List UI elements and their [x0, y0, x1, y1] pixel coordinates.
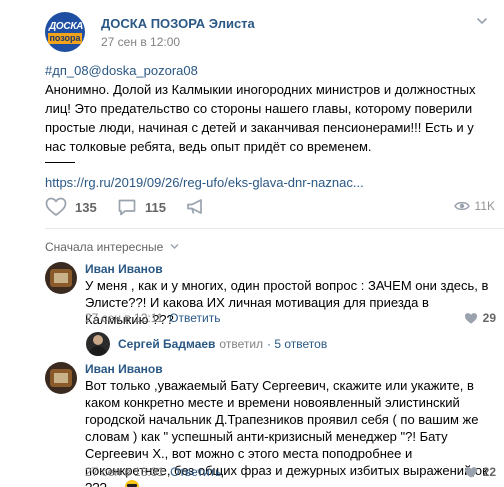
thread-count[interactable]: · 5 ответов — [267, 337, 327, 351]
sort-label: Сначала интересные — [45, 240, 164, 254]
reply-thread-summary[interactable]: Сергей Бадмаев ответил · 5 ответов — [86, 332, 327, 356]
comment-like-button[interactable]: 29 — [464, 311, 496, 325]
comment-date[interactable]: 27 сен в 12:11 — [85, 311, 163, 325]
comment-date[interactable]: 27 сен в 13:31 — [85, 465, 164, 479]
comment-button[interactable]: 115 — [117, 197, 166, 217]
comment-meta: 27 сен в 13:31 Ответить — [85, 465, 221, 479]
thread-author[interactable]: Сергей Бадмаев — [118, 337, 215, 351]
comment-item: Иван Иванов Вот только ,уважаемый Бату С… — [45, 362, 504, 487]
comment-meta: 27 сен в 12:11 Ответить — [85, 311, 220, 325]
comment-sort-dropdown[interactable]: Сначала интересные — [45, 240, 179, 254]
heart-icon — [45, 197, 67, 217]
post-date[interactable]: 27 сен в 12:00 — [101, 35, 180, 49]
post-link[interactable]: https://rg.ru/2019/09/26/reg-ufo/eks-gla… — [45, 173, 495, 192]
avatar[interactable] — [45, 362, 77, 394]
speech-bubble-icon — [118, 199, 136, 216]
section-divider — [45, 228, 504, 229]
reply-button[interactable]: Ответить — [169, 311, 220, 325]
group-avatar[interactable]: ДОСКА позора — [45, 12, 85, 52]
reply-button[interactable]: Ответить — [170, 465, 221, 479]
views-count: 11K — [474, 199, 495, 213]
like-button[interactable]: 135 — [45, 197, 97, 217]
share-button[interactable] — [185, 197, 215, 217]
post-hashtag[interactable]: #дп_08@doska_pozora08 — [45, 61, 495, 80]
group-name-link[interactable]: ДОСКА ПОЗОРА Элиста — [101, 16, 255, 31]
comment-count: 115 — [145, 199, 166, 215]
comment-author[interactable]: Иван Иванов — [85, 262, 163, 276]
avatar[interactable] — [86, 332, 110, 356]
like-count: 135 — [75, 199, 97, 215]
chevron-down-icon — [170, 244, 179, 249]
heart-icon — [464, 466, 477, 478]
eye-icon — [453, 201, 470, 211]
sunglasses-emoji-icon — [124, 480, 139, 487]
post-actions: 135 115 11K — [45, 197, 495, 219]
avatar-text-bottom: позора — [48, 33, 82, 44]
avatar[interactable] — [45, 262, 77, 294]
post-text: Анонимно. Долой из Калмыкии иногородних … — [45, 82, 476, 154]
megaphone-icon — [187, 199, 202, 214]
post-body: #дп_08@doska_pozora08 Анонимно. Долой из… — [45, 61, 495, 192]
text-divider — [45, 162, 75, 163]
comment-item: Иван Иванов У меня , как и у многих, оди… — [45, 262, 504, 327]
heart-icon — [464, 312, 477, 324]
thread-verb: ответил — [219, 337, 264, 351]
comment-like-count: 22 — [482, 465, 496, 479]
comment-like-button[interactable]: 22 — [464, 465, 496, 479]
comment-like-count: 29 — [482, 311, 496, 325]
avatar-text-top: ДОСКА — [49, 21, 84, 32]
post-header: ДОСКА позора ДОСКА ПОЗОРА Элиста 27 сен … — [45, 12, 495, 52]
views-counter: 11K — [453, 199, 495, 213]
comment-author[interactable]: Иван Иванов — [85, 362, 163, 376]
chevron-down-icon[interactable] — [475, 14, 489, 28]
